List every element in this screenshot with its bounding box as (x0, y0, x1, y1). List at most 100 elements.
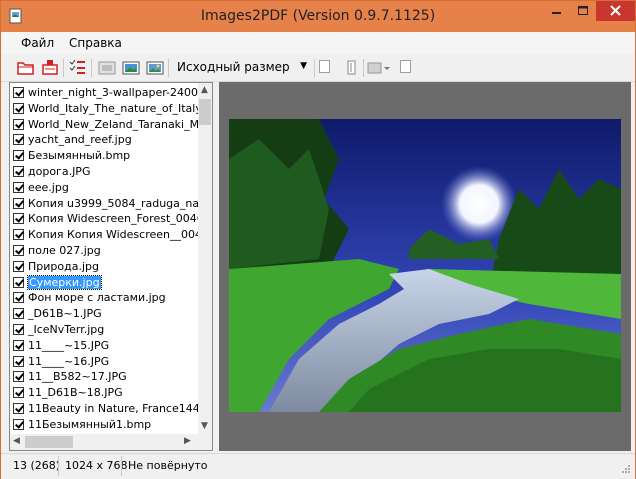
item-checkbox[interactable] (13, 197, 24, 209)
item-checkbox[interactable] (13, 292, 24, 304)
item-checkbox[interactable] (13, 213, 24, 225)
list-item[interactable]: Копия u3999_5084_raduga_nad_o (12, 196, 198, 212)
item-checkbox[interactable] (13, 418, 24, 430)
item-checkbox[interactable] (13, 134, 24, 146)
list-item[interactable]: World_Italy_The_nature_of_Italy_00 (12, 101, 198, 117)
file-name: eee.jpg (28, 180, 69, 194)
checklist-button[interactable] (68, 59, 86, 76)
file-name: 11Безымянный1.bmp (28, 417, 152, 431)
window-title: Images2PDF (Version 0.9.7.1125) (200, 8, 436, 24)
grayscale-image-button[interactable] (98, 59, 116, 76)
list-item[interactable]: Фон море с ластами.jpg (12, 290, 198, 306)
item-checkbox[interactable] (13, 150, 24, 162)
open-folder-button[interactable] (17, 59, 35, 76)
scroll-right-icon[interactable]: ▶ (184, 436, 191, 446)
landscape-image-button[interactable] (122, 59, 140, 76)
scroll-left-icon[interactable]: ◀ (13, 436, 20, 446)
blank-page-button-2[interactable] (400, 60, 411, 73)
horizontal-scrollbar[interactable]: ◀ ▶ (10, 434, 198, 450)
preview-photo (229, 119, 621, 412)
item-checkbox[interactable] (13, 102, 24, 114)
title-bar[interactable]: Images2PDF (Version 0.9.7.1125) (1, 1, 635, 32)
file-name: 11____~16.JPG (28, 354, 110, 368)
item-checkbox[interactable] (13, 276, 24, 288)
item-checkbox[interactable] (13, 371, 24, 383)
file-name: 11Beauty in Nature, France144.JPG (28, 402, 198, 415)
list-item[interactable]: yacht_and_reef.jpg (12, 132, 198, 148)
list-item[interactable]: eee.jpg (12, 180, 198, 196)
status-separator (58, 456, 59, 476)
toolbar-separator (91, 59, 92, 77)
list-item[interactable]: 11Beauty in Nature, France144.JPG (12, 401, 198, 417)
image-gray-icon (98, 61, 116, 75)
open-folder-icon (17, 62, 34, 75)
item-checkbox[interactable] (13, 166, 24, 177)
scroll-corner (198, 434, 212, 450)
list-item[interactable]: winter_night_3-wallpaper-2400x1350 (12, 85, 198, 101)
list-item[interactable]: поле 027.jpg (12, 243, 198, 259)
item-checkbox[interactable] (13, 308, 24, 320)
chevron-down-icon: ▼ (300, 61, 307, 71)
menu-help[interactable]: Справка (69, 36, 122, 50)
close-icon (610, 5, 621, 16)
scroll-up-icon[interactable]: ▲ (201, 85, 208, 95)
vertical-scrollbar[interactable]: ▲ ▼ (198, 83, 212, 434)
fit-width-button[interactable] (343, 59, 361, 76)
menu-file[interactable]: Файл (21, 36, 54, 50)
file-name: дорога.JPG (28, 165, 91, 178)
toolbar-separator (168, 59, 169, 77)
toolbar: Исходный размер ▼ (1, 54, 635, 82)
list-item[interactable]: 11Безымянный1.bmp (12, 417, 198, 433)
item-checkbox[interactable] (13, 229, 24, 241)
rotate-image-button[interactable] (367, 59, 390, 76)
maximize-button[interactable] (570, 1, 596, 21)
toolbar-separator (63, 59, 64, 77)
file-name: World_New_Zeland_Taranaki_Mou (28, 117, 198, 131)
item-checkbox[interactable] (13, 181, 24, 193)
list-item[interactable]: Копия Копия Widescreen__00465! (12, 227, 198, 243)
status-count: 13 (268) (13, 459, 61, 472)
list-item[interactable]: Сумерки.jpg (12, 274, 198, 291)
close-button[interactable] (596, 1, 635, 21)
rotate-image-icon (367, 62, 390, 74)
vertical-scroll-thumb[interactable] (199, 99, 211, 125)
list-item[interactable]: World_New_Zeland_Taranaki_Mou (12, 117, 198, 133)
list-item[interactable]: Копия Widescreen_Forest_004692 (12, 211, 198, 227)
list-item[interactable]: Безымянный.bmp (12, 148, 198, 164)
toolbar-separator (314, 59, 315, 77)
list-item[interactable]: _D61B~1.JPG (12, 306, 198, 322)
resize-grip-icon[interactable] (621, 464, 631, 474)
item-checkbox[interactable] (13, 260, 24, 272)
toolbar-separator (363, 59, 364, 77)
list-item[interactable]: 11__B582~17.JPG (12, 369, 198, 385)
item-checkbox[interactable] (13, 245, 24, 256)
list-item[interactable]: 11____~16.JPG (12, 354, 198, 370)
preview-image-button[interactable] (146, 59, 164, 76)
remove-button[interactable] (41, 59, 59, 76)
file-name: _IceNvTerr.jpg (28, 323, 105, 336)
list-item[interactable]: дорога.JPG (12, 164, 198, 180)
list-item[interactable]: _IceNvTerr.jpg (12, 322, 198, 338)
file-name: Природа.jpg (28, 259, 99, 273)
item-checkbox[interactable] (13, 87, 24, 98)
file-name: yacht_and_reef.jpg (28, 133, 132, 147)
blank-page-button[interactable] (319, 60, 330, 73)
status-rotation: Не повёрнуто (128, 459, 208, 472)
file-list[interactable]: winter_night_3-wallpaper-2400x1350 World_… (9, 82, 213, 451)
item-checkbox[interactable] (13, 339, 24, 351)
item-checkbox[interactable] (13, 118, 24, 130)
scroll-down-icon[interactable]: ▼ (201, 421, 208, 431)
item-checkbox[interactable] (13, 355, 24, 367)
list-item[interactable]: 11_D61B~18.JPG (12, 385, 198, 401)
list-item[interactable]: Природа.jpg (12, 259, 198, 275)
item-checkbox[interactable] (13, 403, 24, 414)
item-checkbox[interactable] (13, 324, 24, 335)
item-checkbox[interactable] (13, 387, 24, 399)
size-select[interactable]: Исходный размер ▼ (171, 58, 311, 77)
minimize-button[interactable] (543, 1, 570, 21)
file-name: 11_D61B~18.JPG (28, 386, 123, 400)
list-item[interactable]: 11____~15.JPG (12, 338, 198, 354)
checklist-icon (69, 59, 85, 74)
image-preview (219, 82, 631, 451)
horizontal-scroll-thumb[interactable] (25, 436, 73, 448)
